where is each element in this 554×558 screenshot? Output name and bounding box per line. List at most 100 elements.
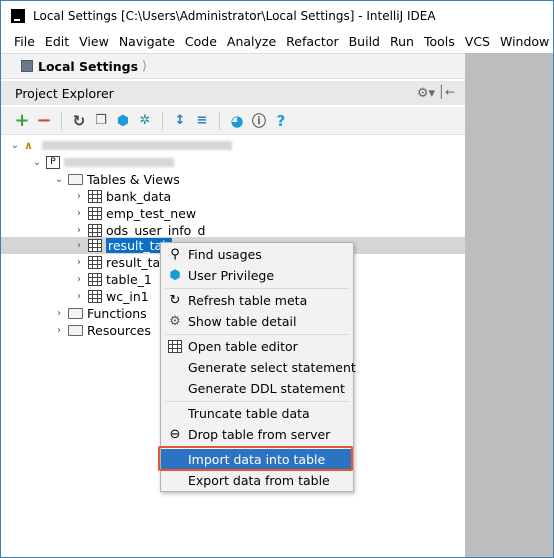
table-icon <box>88 207 102 220</box>
tree-folder-label: Resources <box>87 323 151 338</box>
intellij-icon <box>11 9 25 23</box>
menu-build[interactable]: Build <box>344 34 385 49</box>
menu-item-label: Generate DDL statement <box>188 381 345 396</box>
ide-window: Local Settings [C:\Users\Administrator\L… <box>0 0 554 558</box>
menu-window[interactable]: Window <box>495 34 554 49</box>
menu-refactor[interactable]: Refactor <box>281 34 343 49</box>
menu-item-label: Export data from table <box>188 473 330 488</box>
menu-navigate[interactable]: Navigate <box>114 34 180 49</box>
menu-item-label: Find usages <box>188 247 262 262</box>
title-bar: Local Settings [C:\Users\Administrator\L… <box>1 1 553 31</box>
menu-vcs[interactable]: VCS <box>460 34 495 49</box>
chevron-right-icon[interactable]: › <box>73 291 85 302</box>
toolbar-separator <box>219 111 220 130</box>
search-icon: ⚲ <box>170 247 180 262</box>
tree-folder-functions[interactable]: › Functions <box>53 305 147 322</box>
menu-item-export-data[interactable]: Export data from table <box>161 470 353 491</box>
folder-icon <box>68 174 83 185</box>
chevron-down-icon[interactable]: ⌄ <box>53 174 65 185</box>
toolbar-separator <box>61 111 62 130</box>
hide-panel-icon[interactable]: │← <box>438 85 455 99</box>
window-title: Local Settings [C:\Users\Administrator\L… <box>33 9 436 23</box>
table-row[interactable]: › bank_data <box>73 188 171 205</box>
detail-icon: ⚙ <box>169 314 181 329</box>
bug-icon[interactable]: ✲ <box>134 110 156 132</box>
privilege-icon[interactable]: ⬢ <box>112 110 134 132</box>
editor-area <box>465 53 553 557</box>
copy-icon[interactable]: ❐ <box>90 110 112 132</box>
menu-item-generate-select[interactable]: Generate select statement <box>161 357 356 378</box>
table-icon <box>88 273 102 286</box>
tree-folder-tables[interactable]: ⌄ Tables & Views <box>53 171 180 188</box>
remove-icon[interactable]: − <box>33 110 55 132</box>
menu-item-label: Show table detail <box>188 314 297 329</box>
menu-separator <box>165 334 349 335</box>
menu-analyze[interactable]: Analyze <box>222 34 281 49</box>
menu-item-label: Drop table from server <box>188 427 331 442</box>
table-row[interactable]: › wc_in1 <box>73 288 149 305</box>
stats-icon[interactable]: ◕ <box>226 110 248 132</box>
menu-item-drop-table[interactable]: ⊖ Drop table from server <box>161 424 353 445</box>
privilege-icon: ⬢ <box>169 268 181 283</box>
refresh-icon[interactable]: ↻ <box>68 110 90 132</box>
chevron-right-icon[interactable]: › <box>73 274 85 285</box>
chevron-right-icon[interactable]: › <box>73 257 85 268</box>
tree-project[interactable]: ⌄ P <box>31 154 174 171</box>
menu-item-open-table-editor[interactable]: Open table editor <box>161 336 353 357</box>
menu-item-truncate-table[interactable]: Truncate table data <box>161 403 353 424</box>
redacted-text <box>42 141 232 150</box>
tree-root[interactable]: ⌄ ∧ <box>9 137 232 154</box>
table-label: table_1 <box>106 272 152 287</box>
table-label: emp_test_new <box>106 206 197 221</box>
menu-item-user-privilege[interactable]: ⬢ User Privilege <box>161 265 353 286</box>
table-row[interactable]: › result_tab <box>73 254 168 271</box>
table-row[interactable]: › table_1 <box>73 271 152 288</box>
tree-folder-resources[interactable]: › Resources <box>53 322 151 339</box>
menu-item-label: Open table editor <box>188 339 298 354</box>
tree-folder-label: Tables & Views <box>87 172 180 187</box>
info-icon[interactable]: ⓘ <box>248 110 270 132</box>
breadcrumb[interactable]: Local Settings <box>38 59 138 74</box>
add-icon[interactable]: + <box>11 110 33 132</box>
menu-item-label: Refresh table meta <box>188 293 308 308</box>
menu-separator <box>165 288 349 289</box>
chevron-down-icon[interactable]: ⌄ <box>9 140 21 151</box>
collapse-all-icon[interactable]: ≡ <box>191 110 213 132</box>
expand-all-icon[interactable]: ↕ <box>169 110 191 132</box>
explorer-toolbar: + − ↻ ❐ ⬢ ✲ ↕ ≡ ◕ ⓘ ? <box>1 107 465 135</box>
help-icon[interactable]: ? <box>270 110 292 132</box>
menu-tools[interactable]: Tools <box>419 34 460 49</box>
table-icon <box>88 256 102 269</box>
table-label: bank_data <box>106 189 172 204</box>
menu-item-label: User Privilege <box>188 268 275 283</box>
annotation-highlight-box <box>158 446 353 471</box>
menu-item-show-table-detail[interactable]: ⚙ Show table detail <box>161 311 353 332</box>
chevron-down-icon[interactable]: ⌄ <box>31 157 43 168</box>
tree-folder-label: Functions <box>87 306 147 321</box>
table-row-selected[interactable]: › result_tab <box>73 237 173 254</box>
chevron-right-icon[interactable]: › <box>73 225 85 236</box>
chevron-right-icon[interactable]: › <box>53 325 65 336</box>
menu-edit[interactable]: Edit <box>40 34 74 49</box>
table-label: result_tab <box>106 255 169 270</box>
table-icon <box>88 290 102 303</box>
chevron-right-icon[interactable]: › <box>73 191 85 202</box>
menu-item-find-usages[interactable]: ⚲ Find usages <box>161 244 353 265</box>
chevron-right-icon[interactable]: › <box>53 308 65 319</box>
menu-run[interactable]: Run <box>385 34 419 49</box>
folder-icon <box>21 60 33 72</box>
menu-item-refresh-table-meta[interactable]: ↻ Refresh table meta <box>161 290 353 311</box>
table-label: ods_user_info_d <box>106 223 206 238</box>
menu-item-generate-ddl[interactable]: Generate DDL statement <box>161 378 353 399</box>
table-row[interactable]: › emp_test_new <box>73 205 196 222</box>
chevron-right-icon[interactable]: › <box>73 240 85 251</box>
functions-folder-icon <box>68 308 83 319</box>
menu-file[interactable]: File <box>1 34 40 49</box>
menu-view[interactable]: View <box>74 34 114 49</box>
gear-icon[interactable]: ⚙▾ <box>417 86 435 101</box>
chevron-right-icon[interactable]: › <box>73 208 85 219</box>
minus-circle-icon: ⊖ <box>169 427 181 442</box>
menu-code[interactable]: Code <box>180 34 222 49</box>
table-icon <box>88 224 102 237</box>
menu-bar: File Edit View Navigate Code Analyze Ref… <box>1 31 553 51</box>
